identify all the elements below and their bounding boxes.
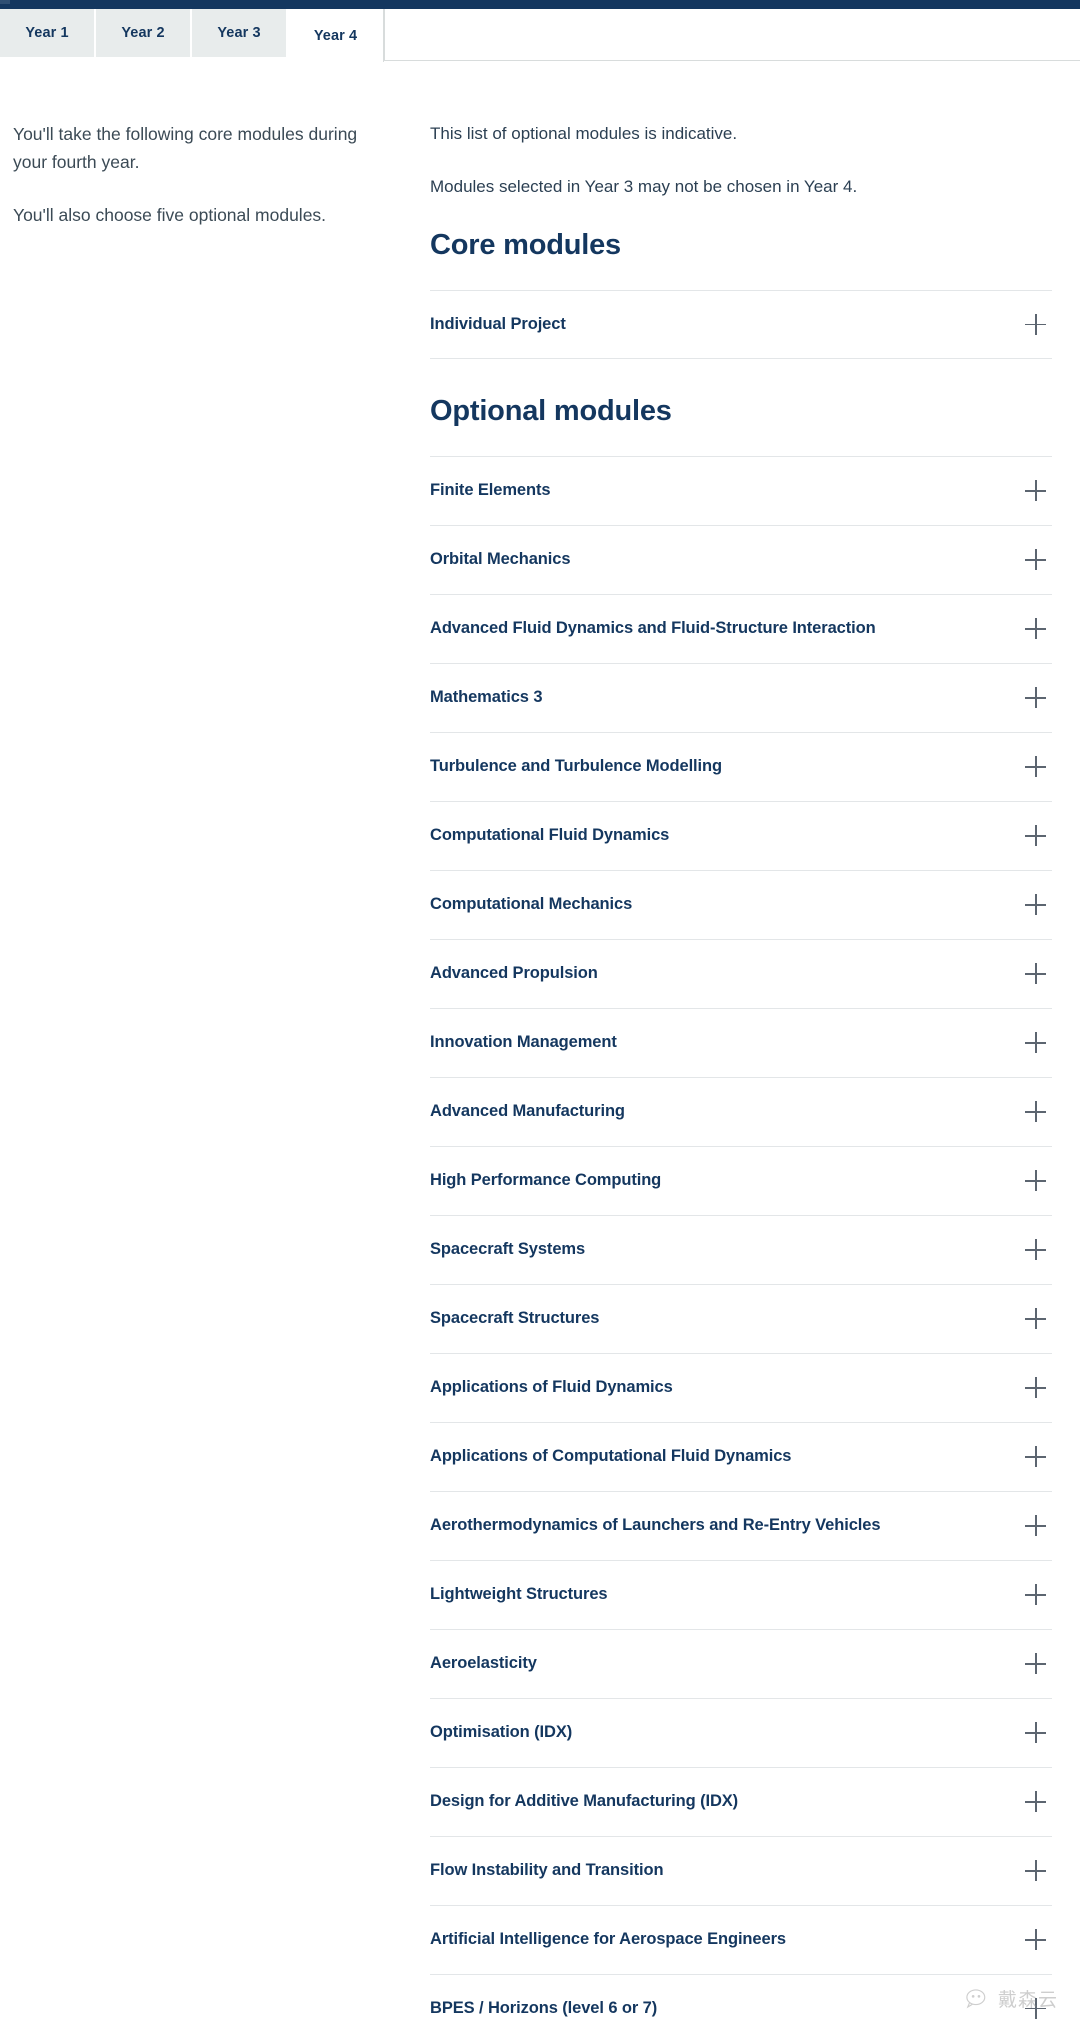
optional-module-row[interactable]: Applications of Computational Fluid Dyna… [430,1421,1052,1491]
core-modules-accordion[interactable]: Individual Project [430,289,1052,359]
optional-module-row[interactable]: Aeroelasticity [430,1628,1052,1698]
optional-module-row[interactable]: Innovation Management [430,1007,1052,1077]
tab-strip-filler [384,9,1080,61]
plus-icon[interactable] [1025,313,1046,335]
optional-module-row[interactable]: Computational Mechanics [430,869,1052,939]
optional-module-row[interactable]: Computational Fluid Dynamics [430,800,1052,870]
left-paragraph-1: You'll take the following core modules d… [13,124,358,172]
plus-icon[interactable] [1025,618,1046,640]
optional-module-row[interactable]: Optimisation (IDX) [430,1697,1052,1767]
core-module-label: Individual Project [430,314,566,333]
plus-icon[interactable] [1025,480,1046,502]
optional-module-label: Design for Additive Manufacturing (IDX) [430,1792,739,1811]
optional-module-label: Finite Elements [430,481,551,500]
plus-icon[interactable] [1025,1308,1046,1330]
optional-module-label: Mathematics 3 [430,688,543,707]
tab-year-3[interactable]: Year 3 [192,9,288,57]
optional-module-row[interactable]: BPES / Horizons (level 6 or 7) [430,1973,1052,2042]
optional-module-row[interactable]: Aerothermodynamics of Launchers and Re-E… [430,1490,1052,1560]
plus-icon[interactable] [1025,825,1046,847]
plus-icon[interactable] [1025,1929,1046,1951]
optional-module-row[interactable]: Mathematics 3 [430,662,1052,732]
optional-module-row[interactable]: Lightweight Structures [430,1559,1052,1629]
optional-module-row[interactable]: High Performance Computing [430,1145,1052,1215]
plus-icon[interactable] [1025,1170,1046,1192]
top-bar-notch [0,0,10,4]
optional-module-label: Aerothermodynamics of Launchers and Re-E… [430,1516,881,1535]
plus-icon[interactable] [1025,1377,1046,1399]
optional-module-label: Advanced Propulsion [430,964,598,983]
plus-icon[interactable] [1025,1515,1046,1537]
optional-module-label: Advanced Manufacturing [430,1102,625,1121]
optional-module-label: Flow Instability and Transition [430,1861,664,1880]
optional-module-row[interactable]: Flow Instability and Transition [430,1835,1052,1905]
plus-icon[interactable] [1025,894,1046,916]
plus-icon[interactable] [1025,1722,1046,1744]
core-modules-heading: Core modules [430,228,621,261]
optional-module-row[interactable]: Applications of Fluid Dynamics [430,1352,1052,1422]
plus-icon[interactable] [1025,1997,1046,2019]
optional-module-row[interactable]: Advanced Manufacturing [430,1076,1052,1146]
plus-icon[interactable] [1025,1860,1046,1882]
optional-module-row[interactable]: Finite Elements [430,455,1052,525]
page-root: Year 1 Year 2 Year 3 Year 4 You'll take the… [0,0,1080,2042]
top-accent-bar [0,0,1080,9]
left-intro-column: You'll take the following core modules d… [13,121,368,256]
tab-year-2[interactable]: Year 2 [96,9,192,57]
optional-module-row[interactable]: Spacecraft Systems [430,1214,1052,1284]
optional-module-label: Optimisation (IDX) [430,1723,573,1742]
optional-modules-note-1: This list of optional modules is indicat… [430,124,738,143]
optional-module-label: Lightweight Structures [430,1585,608,1604]
optional-module-label: Computational Fluid Dynamics [430,826,670,845]
optional-module-row[interactable]: Turbulence and Turbulence Modelling [430,731,1052,801]
optional-modules-note-2: Modules selected in Year 3 may not be ch… [430,177,858,197]
plus-icon[interactable] [1025,687,1046,709]
plus-icon[interactable] [1025,963,1046,985]
optional-module-label: Advanced Fluid Dynamics and Fluid-Struct… [430,619,876,638]
optional-module-label: High Performance Computing [430,1171,662,1190]
year-tab-strip[interactable]: Year 1 Year 2 Year 3 Year 4 [0,9,1080,62]
plus-icon[interactable] [1025,1032,1046,1054]
optional-module-row[interactable]: Orbital Mechanics [430,524,1052,594]
tab-year-4[interactable]: Year 4 [288,9,384,62]
core-module-row[interactable]: Individual Project [430,289,1052,359]
plus-icon[interactable] [1025,756,1046,778]
plus-icon[interactable] [1025,1446,1046,1468]
plus-icon[interactable] [1025,1653,1046,1675]
plus-icon[interactable] [1025,1101,1046,1123]
optional-module-row[interactable]: Design for Additive Manufacturing (IDX) [430,1766,1052,1836]
optional-module-label: Computational Mechanics [430,895,633,914]
optional-module-label: Applications of Fluid Dynamics [430,1378,673,1397]
optional-modules-heading: Optional modules [430,394,672,427]
optional-module-label: Applications of Computational Fluid Dyna… [430,1447,792,1466]
optional-module-row[interactable]: Advanced Fluid Dynamics and Fluid-Struct… [430,593,1052,663]
left-paragraph-2: You'll also choose five optional modules… [13,205,327,226]
tab-year-1[interactable]: Year 1 [0,9,96,57]
optional-module-label: Spacecraft Structures [430,1309,600,1328]
plus-icon[interactable] [1025,1239,1046,1261]
optional-module-label: Turbulence and Turbulence Modelling [430,757,722,776]
optional-module-row[interactable]: Spacecraft Structures [430,1283,1052,1353]
plus-icon[interactable] [1025,1584,1046,1606]
optional-modules-accordion[interactable]: Finite Elements Orbital Mechanics Advanced… [430,455,1052,2042]
optional-module-label: Innovation Management [430,1033,617,1052]
optional-module-row[interactable]: Artificial Intelligence for Aerospace En… [430,1904,1052,1974]
optional-module-row[interactable]: Advanced Propulsion [430,938,1052,1008]
optional-module-label: Orbital Mechanics [430,550,571,569]
optional-module-label: Aeroelasticity [430,1654,537,1673]
optional-module-label: Spacecraft Systems [430,1240,586,1259]
optional-module-label: BPES / Horizons (level 6 or 7) [430,1998,658,2017]
plus-icon[interactable] [1025,549,1046,571]
optional-module-label: Artificial Intelligence for Aerospace En… [430,1930,786,1949]
modules-column: This list of optional modules is indicat… [430,121,1052,2042]
plus-icon[interactable] [1025,1791,1046,1813]
